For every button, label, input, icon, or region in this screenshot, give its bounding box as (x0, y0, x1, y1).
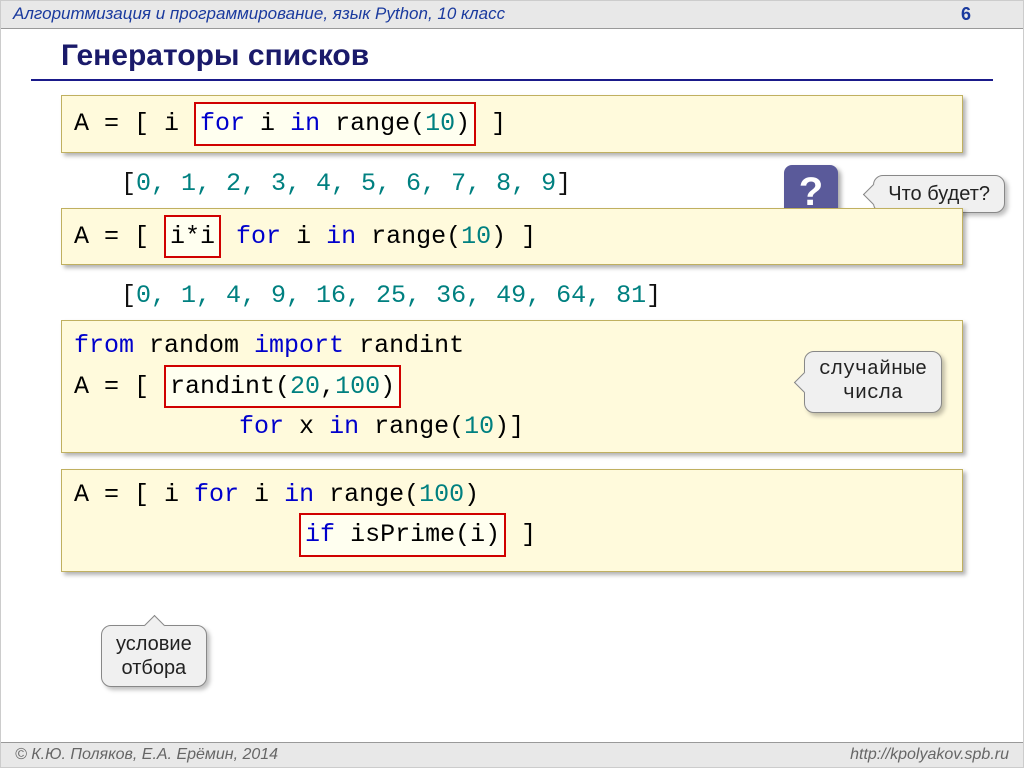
output-2: [0, 1, 4, 9, 16, 25, 36, 49, 64, 81] (121, 281, 963, 310)
code4-in: in (284, 480, 314, 509)
callout-condition-label: условие отбора (116, 633, 192, 679)
callout-random-label: случайные числа (819, 358, 927, 405)
code2-highlight: i*i (164, 215, 221, 259)
slide-footer: © К.Ю. Поляков, Е.А. Ерёмин, 2014 http:/… (1, 742, 1023, 767)
course-label: Алгоритмизация и программирование, язык … (13, 4, 505, 25)
callout-random-numbers: случайные числа (804, 351, 942, 413)
code2-mid: for i in range( (221, 222, 461, 251)
code2-num: 10 (461, 222, 491, 251)
code4-line1e: range( (314, 480, 419, 509)
code4-line1f: ) (464, 480, 479, 509)
code4-highlight: if isPrime(i) (299, 513, 506, 557)
code4-line1c: i (239, 480, 284, 509)
code4-num: 100 (419, 480, 464, 509)
page-number: 6 (961, 4, 1011, 25)
code1-suffix: ] (476, 109, 506, 138)
code3-num: 10 (464, 412, 494, 441)
code-block-2: A = [ i*i for i in range(10) ] (61, 208, 963, 266)
output-1-nums: 0, 1, 2, 3, 4, 5, 6, 7, 8, 9 (136, 169, 556, 198)
code4-suffix: ] (506, 520, 536, 549)
footer-url: http://kpolyakov.spb.ru (850, 746, 1009, 764)
code3-highlight: randint(20,100) (164, 365, 401, 409)
code4-for: for (194, 480, 239, 509)
code3-line3b: )] (494, 412, 524, 441)
code1-prefix: A = [ i (74, 109, 194, 138)
footer-copyright: © К.Ю. Поляков, Е.А. Ерёмин, 2014 (15, 746, 278, 764)
slide-header: Алгоритмизация и программирование, язык … (1, 1, 1023, 29)
code-block-3: from random import randint A = [ randint… (61, 320, 963, 453)
callout-selection-condition: условие отбора (101, 625, 207, 687)
code-block-4: A = [ i for i in range(100) if isPrime(i… (61, 469, 963, 572)
slide-title: Генераторы списков (31, 29, 993, 81)
code2-suffix: ) ] (491, 222, 536, 251)
callout-what-label: Что будет? (888, 183, 990, 205)
code3-line2a: A = [ (74, 372, 164, 401)
slide-content: A = [ i for i in range(10) ] [0, 1, 2, 3… (1, 95, 1023, 572)
code-block-1: A = [ i for i in range(10) ] (61, 95, 963, 153)
output-2-nums: 0, 1, 4, 9, 16, 25, 36, 49, 64, 81 (136, 281, 646, 310)
code1-highlight: for i in range(10) (194, 102, 476, 146)
code4-line1a: A = [ i (74, 480, 194, 509)
code2-prefix: A = [ (74, 222, 164, 251)
